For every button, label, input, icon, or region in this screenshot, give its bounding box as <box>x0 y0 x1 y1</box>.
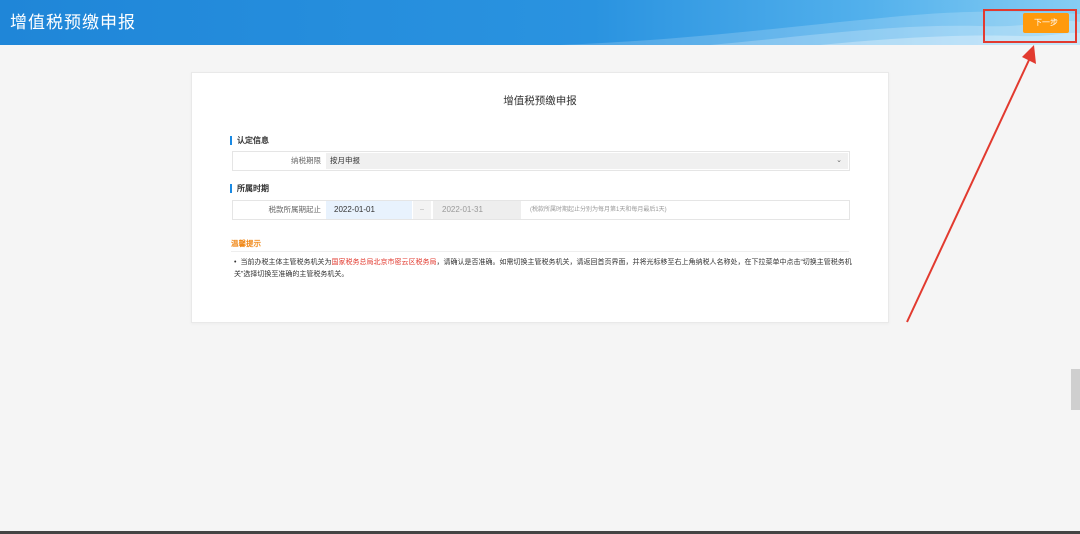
card-title: 增值税预缴申报 <box>503 95 577 107</box>
date-range-hint: (税款所属时期起止分别为每月第1天和每月最后1天) <box>530 207 667 213</box>
tax-period-label: 纳税期限 <box>291 156 321 165</box>
declaration-card: 增值税预缴申报 认定信息 纳税期限 按月申报 ⌄ 所属时期 税款所属期起止 20… <box>191 72 889 323</box>
chevron-down-icon: ⌄ <box>836 157 842 164</box>
next-step-button[interactable]: 下一步 <box>1023 13 1069 33</box>
section-title-identification: 认定信息 <box>230 136 269 145</box>
tax-period-value: 按月申报 <box>330 156 360 165</box>
tip-bullet: • <box>234 259 237 266</box>
app-title: 增值税预缴申报 <box>10 13 136 32</box>
tax-period-row: 纳税期限 按月申报 ⌄ <box>232 151 850 171</box>
tax-date-range-label: 税款所属期起止 <box>268 205 322 214</box>
tips-title: 温馨提示 <box>231 239 261 248</box>
app-header: 增值税预缴申报 <box>0 0 1080 45</box>
tip-text: • 当前办税主体主管税务机关为国家税务总局北京市密云区税务局，请确认是否准确。如需… <box>234 257 854 281</box>
tax-office-name: 国家税务总局北京市密云区税务局 <box>331 259 437 266</box>
tip-text-before: 当前办税主体主管税务机关为 <box>240 259 332 266</box>
section-title-period: 所属时期 <box>230 184 269 193</box>
tax-date-range-row: 税款所属期起止 2022-01-01 -- 2022-01-31 (税款所属时期… <box>232 200 850 220</box>
scrollbar-thumb[interactable] <box>1071 369 1080 410</box>
start-date-input[interactable]: 2022-01-01 <box>326 201 412 219</box>
tax-period-select[interactable]: 按月申报 ⌄ <box>326 153 848 169</box>
tips-divider <box>231 251 849 252</box>
end-date-input: 2022-01-31 <box>433 201 521 219</box>
date-separator: -- <box>413 201 431 219</box>
